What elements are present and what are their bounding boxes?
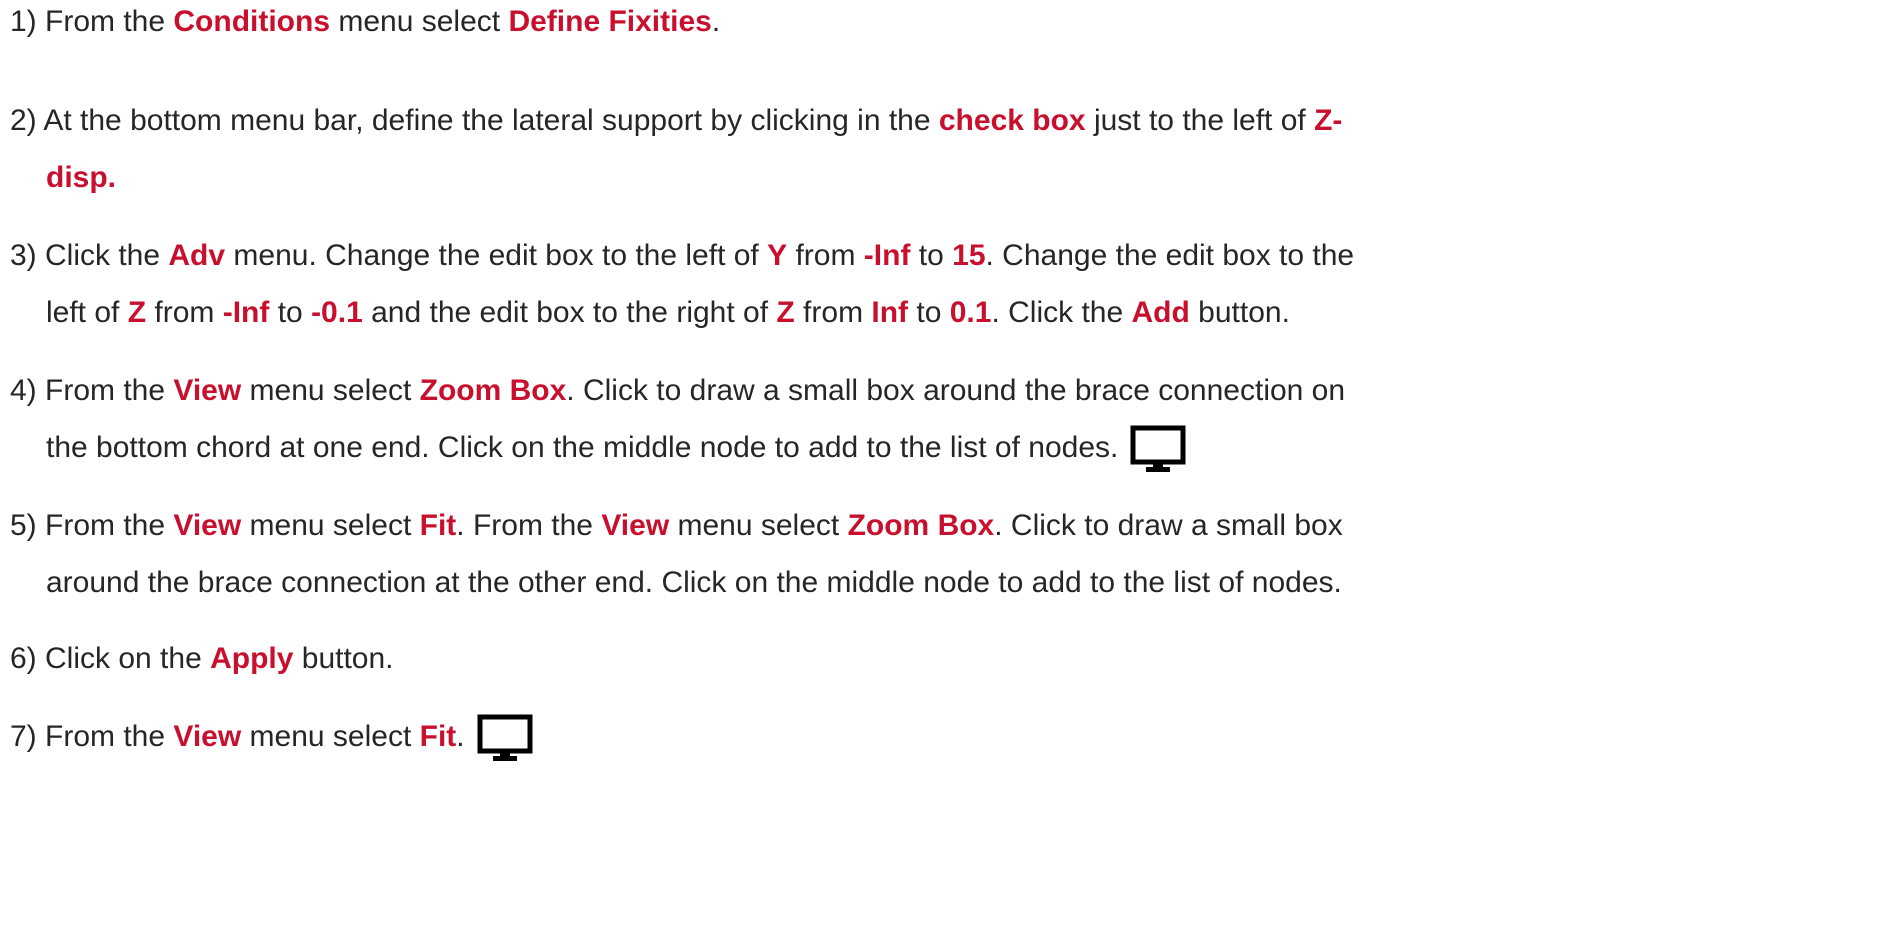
highlighted-term: View <box>173 374 242 407</box>
highlighted-term: Zoom Box <box>847 509 995 542</box>
highlighted-term: Fit <box>419 509 457 542</box>
step-text: to <box>269 296 312 329</box>
step-6: 6) Click on the Apply button. <box>10 630 1865 687</box>
step-text: 3) Click the <box>10 239 169 272</box>
step-text: menu select <box>330 5 509 38</box>
step-text: menu select <box>241 374 420 407</box>
highlighted-term: -0.1 <box>311 296 363 329</box>
step-line: the bottom chord at one end. Click on th… <box>10 419 1865 476</box>
highlighted-term: Z- <box>1314 104 1343 137</box>
highlighted-term: Conditions <box>173 5 331 38</box>
highlighted-term: -Inf <box>222 296 270 329</box>
step-text: . Click to draw a small box <box>994 509 1343 542</box>
highlighted-term: check box <box>938 104 1086 137</box>
step-line: 6) Click on the Apply button. <box>10 630 1865 687</box>
step-line: around the brace connection at the other… <box>10 554 1865 611</box>
step-3: 3) Click the Adv menu. Change the edit b… <box>10 227 1865 341</box>
highlighted-term: Z <box>127 296 147 329</box>
step-line: 2) At the bottom menu bar, define the la… <box>10 92 1865 149</box>
step-text: and the edit box to the right of <box>362 296 777 329</box>
step-text: 5) From the <box>10 509 174 542</box>
step-text: left of <box>46 296 128 329</box>
monitor-icon[interactable] <box>1130 425 1186 473</box>
step-text: menu select <box>241 509 420 542</box>
highlighted-term: 0.1 <box>949 296 992 329</box>
step-text: from <box>794 296 872 329</box>
step-text: . Click to draw a small box around the b… <box>566 374 1346 407</box>
highlighted-term: 15 <box>952 239 986 272</box>
step-text: menu select <box>241 720 420 753</box>
step-7: 7) From the View menu select Fit. <box>10 708 1865 765</box>
step-text: button. <box>1189 296 1290 329</box>
highlighted-term: -Inf <box>863 239 911 272</box>
highlighted-term: Zoom Box <box>419 374 567 407</box>
highlighted-term: Apply <box>210 642 294 675</box>
step-text: . <box>456 720 465 753</box>
step-line: disp. <box>10 149 1865 206</box>
highlighted-term: Adv <box>168 239 226 272</box>
highlighted-term: View <box>173 720 242 753</box>
step-text: 7) From the <box>10 720 174 753</box>
step-text: button. <box>293 642 394 675</box>
step-text: 1) From the <box>10 5 174 38</box>
highlighted-term: Y <box>767 239 788 272</box>
step-text: menu. Change the edit box to the left of <box>225 239 768 272</box>
highlighted-term: Inf <box>871 296 909 329</box>
highlighted-term: View <box>173 509 242 542</box>
step-2: 2) At the bottom menu bar, define the la… <box>10 92 1865 206</box>
highlighted-term: View <box>601 509 670 542</box>
highlighted-term: Define Fixities <box>508 5 712 38</box>
step-text: 6) Click on the <box>10 642 211 675</box>
monitor-icon[interactable] <box>477 714 533 762</box>
highlighted-term: Z <box>776 296 795 329</box>
step-text: menu select <box>669 509 848 542</box>
step-text: from <box>146 296 223 329</box>
highlighted-term: Fit <box>419 720 457 753</box>
step-line: 4) From the View menu select Zoom Box. C… <box>10 362 1865 419</box>
step-text: . Click the <box>991 296 1132 329</box>
step-text: around the brace connection at the other… <box>46 566 1342 599</box>
step-text: the bottom chord at one end. Click on th… <box>46 431 1119 464</box>
step-text: to <box>908 296 950 329</box>
step-text: just to the left of <box>1085 104 1315 137</box>
highlighted-term: disp. <box>46 161 117 194</box>
step-line: 7) From the View menu select Fit. <box>10 708 1865 765</box>
highlighted-term: Add <box>1131 296 1190 329</box>
step-text: . <box>711 5 721 38</box>
step-text: from <box>787 239 864 272</box>
step-text: to <box>910 239 953 272</box>
step-text: . From the <box>456 509 602 542</box>
step-text: 4) From the <box>10 374 174 407</box>
step-5: 5) From the View menu select Fit. From t… <box>10 497 1865 611</box>
step-4: 4) From the View menu select Zoom Box. C… <box>10 362 1865 476</box>
step-text: 2) At the bottom menu bar, define the la… <box>10 104 939 137</box>
step-line: 1) From the Conditions menu select Defin… <box>10 0 1865 50</box>
step-line: 3) Click the Adv menu. Change the edit b… <box>10 227 1865 284</box>
step-1: 1) From the Conditions menu select Defin… <box>10 0 1865 50</box>
step-line: left of Z from -Inf to -0.1 and the edit… <box>10 284 1865 341</box>
step-text: . Change the edit box to the <box>985 239 1355 272</box>
step-line: 5) From the View menu select Fit. From t… <box>10 497 1865 554</box>
